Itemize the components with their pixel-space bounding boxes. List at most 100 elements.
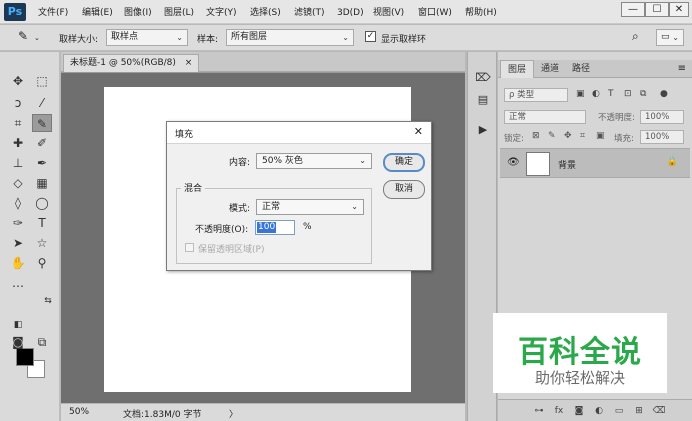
filter-toggle-icon[interactable]: ● — [660, 89, 668, 99]
close-window-button[interactable]: ✕ — [669, 2, 689, 17]
properties-panel-icon[interactable]: ▤ — [475, 92, 491, 108]
new-layer-icon[interactable]: ⊞ — [632, 404, 646, 418]
add-mask-icon[interactable]: ◙ — [572, 404, 586, 418]
layer-thumbnail — [526, 152, 550, 176]
tab-channels[interactable]: 通道 — [534, 60, 566, 78]
opacity-input[interactable]: 100 — [255, 220, 295, 235]
lasso-tool-icon[interactable]: ↄ — [8, 94, 28, 112]
menu-edit[interactable]: 编辑(E) — [82, 6, 113, 20]
actions-panel-icon[interactable]: ▶ — [475, 122, 491, 138]
opacity-label: 不透明度: — [598, 113, 635, 123]
layer-row-background[interactable]: 👁 背景 🔒 — [500, 148, 690, 178]
eyedropper-tool-icon[interactable]: ✎ — [18, 29, 28, 43]
maximize-button[interactable]: ☐ — [645, 2, 669, 17]
more-tools-icon[interactable]: … — [8, 274, 28, 292]
swap-colors-icon[interactable]: ⇆ — [38, 292, 58, 310]
lock-artboard-icon[interactable]: ⌗ — [580, 131, 585, 141]
preserve-transparency-checkbox[interactable] — [185, 243, 194, 252]
sample-size-select[interactable]: 取样点 ⌄ — [106, 29, 188, 46]
pen-tool-icon[interactable]: ✑ — [8, 214, 28, 232]
sample-value: 所有图层 — [231, 32, 268, 42]
menu-help[interactable]: 帮助(H) — [465, 6, 497, 20]
dialog-title-bar: 填充 ✕ — [167, 122, 431, 144]
menu-layer[interactable]: 图层(L) — [164, 6, 194, 20]
zoom-level[interactable]: 50% — [69, 407, 89, 417]
path-selection-tool-icon[interactable]: ➤ — [8, 234, 28, 252]
eyedropper-tool-icon[interactable]: ✎ — [32, 114, 52, 132]
layer-name[interactable]: 背景 — [558, 158, 576, 171]
status-menu-arrow[interactable]: 〉 — [229, 407, 238, 420]
fill-field[interactable]: 100% — [640, 130, 684, 144]
clone-stamp-tool-icon[interactable]: ⊥ — [8, 154, 28, 172]
ok-button[interactable]: 确定 — [383, 153, 425, 172]
chevron-down-icon: ⌄ — [351, 202, 358, 211]
healing-brush-tool-icon[interactable]: ✚ — [8, 134, 28, 152]
group-folder-icon[interactable]: ▭ — [612, 404, 626, 418]
lock-transparent-icon[interactable]: ⊠ — [532, 131, 540, 141]
menu-3d[interactable]: 3D(D) — [337, 6, 364, 20]
default-colors-icon[interactable]: ◧ — [8, 316, 28, 334]
hand-tool-icon[interactable]: ✋ — [8, 254, 28, 272]
tool-preset-chevron-icon[interactable]: ⌄ — [34, 34, 40, 42]
brush-tool-icon[interactable]: ✐ — [32, 134, 52, 152]
mode-select[interactable]: 正常 ⌄ — [256, 199, 364, 215]
magic-wand-tool-icon[interactable]: ⁄ — [32, 94, 52, 112]
filter-pixel-icon[interactable]: ▣ — [576, 89, 585, 99]
fx-icon[interactable]: fx — [552, 404, 566, 418]
close-icon[interactable]: ✕ — [414, 125, 423, 138]
filter-shape-icon[interactable]: ⊡ — [624, 89, 632, 99]
trash-icon[interactable]: ⌫ — [652, 404, 666, 418]
workspace-switcher[interactable]: ▭ ⌄ — [656, 29, 684, 46]
close-icon[interactable]: × — [185, 58, 193, 68]
search-icon[interactable]: ⌕ — [632, 29, 639, 44]
dodge-tool-icon[interactable]: ◯ — [32, 194, 52, 212]
doc-info: 文档:1.83M/0 字节 — [123, 410, 202, 420]
layers-tab-bar: 图层 通道 路径 ≡ — [498, 60, 692, 78]
history-brush-tool-icon[interactable]: ✒ — [32, 154, 52, 172]
lock-image-icon[interactable]: ✎ — [548, 131, 556, 141]
crop-tool-icon[interactable]: ⌗ — [8, 114, 28, 132]
content-select[interactable]: 50% 灰色 ⌄ — [256, 153, 372, 169]
screen-mode-icon[interactable]: ⧉ — [32, 333, 52, 351]
lock-position-icon[interactable]: ✥ — [564, 131, 572, 141]
adjustment-layer-icon[interactable]: ◐ — [592, 404, 606, 418]
panel-menu-icon[interactable]: ≡ — [678, 63, 686, 74]
menu-window[interactable]: 窗口(W) — [418, 6, 452, 20]
layer-kind-filter[interactable]: ρ 类型 — [504, 88, 568, 102]
menu-image[interactable]: 图像(I) — [124, 6, 152, 20]
menu-type[interactable]: 文字(Y) — [206, 6, 237, 20]
cancel-button[interactable]: 取消 — [383, 180, 425, 199]
shape-tool-icon[interactable]: ☆ — [32, 234, 52, 252]
filter-type-icon[interactable]: T — [608, 89, 614, 99]
history-panel-icon[interactable]: ⌦ — [475, 70, 491, 86]
show-ring-checkbox[interactable]: ✓ — [365, 31, 376, 42]
document-tab[interactable]: 未标题-1 @ 50%(RGB/8) × — [63, 54, 200, 72]
link-layers-icon[interactable]: ⊶ — [532, 404, 546, 418]
gradient-tool-icon[interactable]: ▦ — [32, 174, 52, 192]
quick-mask-icon[interactable]: ◙ — [8, 333, 28, 351]
blur-tool-icon[interactable]: ◊ — [8, 194, 28, 212]
eraser-tool-icon[interactable]: ◇ — [8, 174, 28, 192]
tab-paths[interactable]: 路径 — [565, 60, 597, 78]
filter-smart-object-icon[interactable]: ⧉ — [640, 89, 646, 99]
menu-select[interactable]: 选择(S) — [250, 6, 281, 20]
lock-all-icon[interactable]: ▣ — [596, 131, 605, 141]
menu-view[interactable]: 视图(V) — [373, 6, 404, 20]
blend-mode-select[interactable]: 正常 — [504, 110, 586, 124]
opacity-value: 100 — [257, 222, 277, 233]
eye-icon[interactable]: 👁 — [507, 157, 520, 168]
tab-layers[interactable]: 图层 — [500, 60, 535, 78]
type-tool-icon[interactable]: T — [32, 214, 52, 232]
document-tab-bar: 未标题-1 @ 50%(RGB/8) × — [61, 52, 465, 72]
menu-filter[interactable]: 滤镜(T) — [294, 6, 325, 20]
filter-adjustment-icon[interactable]: ◐ — [592, 89, 600, 99]
show-ring-label: 显示取样环 — [381, 35, 427, 45]
marquee-tool-icon[interactable]: ⬚ — [32, 72, 52, 90]
menu-file[interactable]: 文件(F) — [38, 6, 68, 20]
move-tool-icon[interactable]: ✥ — [8, 72, 28, 90]
zoom-tool-icon[interactable]: ⚲ — [32, 254, 52, 272]
sample-select[interactable]: 所有图层 ⌄ — [226, 29, 354, 46]
minimize-button[interactable]: — — [621, 2, 645, 17]
opacity-field[interactable]: 100% — [640, 110, 684, 124]
sample-size-value: 取样点 — [111, 32, 139, 42]
